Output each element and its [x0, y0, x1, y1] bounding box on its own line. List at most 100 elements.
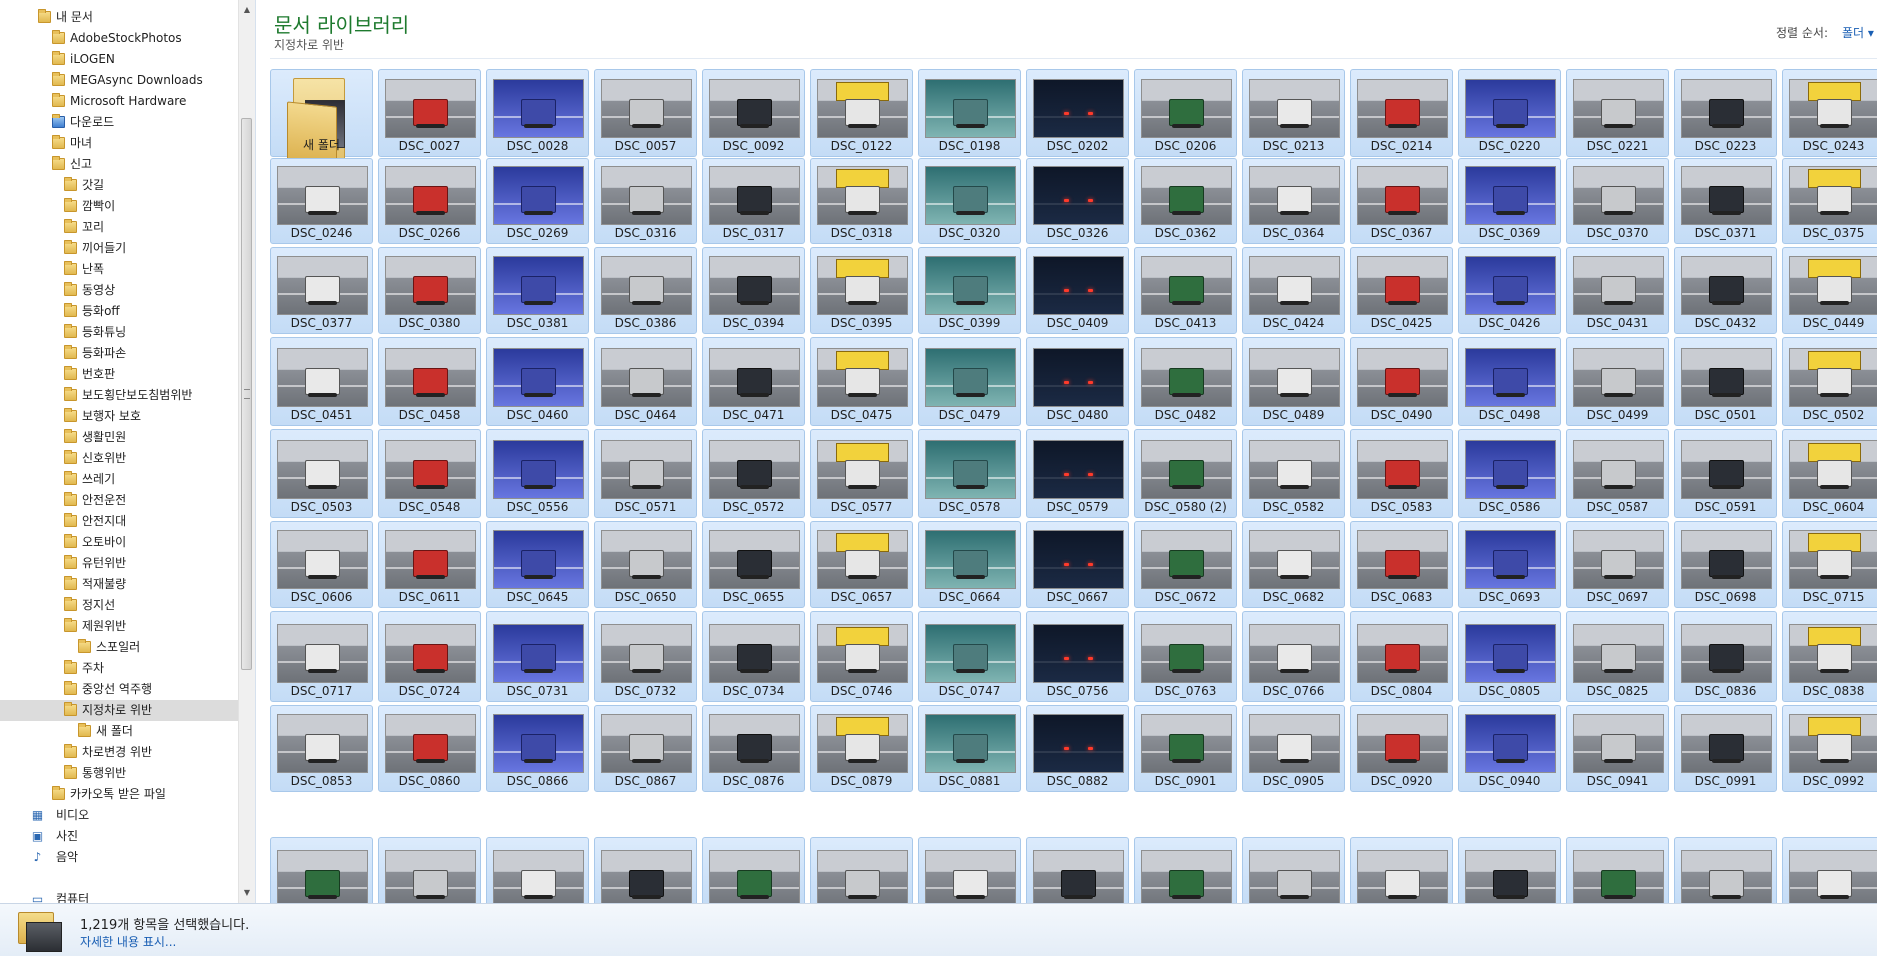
- file-item[interactable]: [702, 837, 805, 903]
- file-item[interactable]: DSC_0475: [810, 337, 913, 426]
- file-item[interactable]: DSC_0853: [270, 705, 373, 792]
- file-item[interactable]: [918, 837, 1021, 903]
- nav-item[interactable]: 새 폴더: [0, 721, 238, 742]
- file-item[interactable]: DSC_0395: [810, 247, 913, 334]
- file-item[interactable]: [1242, 837, 1345, 903]
- nav-item[interactable]: ▣ 사진: [0, 826, 238, 847]
- nav-item[interactable]: 제원위반: [0, 616, 238, 637]
- nav-item[interactable]: MEGAsync Downloads: [0, 70, 238, 91]
- nav-item[interactable]: 주차: [0, 658, 238, 679]
- file-item[interactable]: DSC_0432: [1674, 247, 1777, 334]
- nav-item[interactable]: 지정차로 위반: [0, 700, 238, 721]
- file-item[interactable]: [1674, 837, 1777, 903]
- file-item[interactable]: DSC_0879: [810, 705, 913, 792]
- file-item[interactable]: DSC_0364: [1242, 158, 1345, 244]
- file-item[interactable]: DSC_0394: [702, 247, 805, 334]
- file-item[interactable]: DSC_0320: [918, 158, 1021, 244]
- file-item[interactable]: DSC_0905: [1242, 705, 1345, 792]
- file-item[interactable]: DSC_0667: [1026, 521, 1129, 608]
- file-item[interactable]: DSC_0501: [1674, 337, 1777, 426]
- file-item[interactable]: DSC_0370: [1566, 158, 1669, 244]
- file-item[interactable]: DSC_0732: [594, 611, 697, 702]
- nav-item[interactable]: AdobeStockPhotos: [0, 28, 238, 49]
- file-item[interactable]: DSC_0479: [918, 337, 1021, 426]
- nav-item[interactable]: 카카오톡 받은 파일: [0, 784, 238, 805]
- nav-item[interactable]: ▦ 비디오: [0, 805, 238, 826]
- file-item[interactable]: DSC_0318: [810, 158, 913, 244]
- file-item[interactable]: DSC_0482: [1134, 337, 1237, 426]
- show-details-link[interactable]: 자세한 내용 표시...: [80, 933, 176, 950]
- nav-item[interactable]: 신호위반: [0, 448, 238, 469]
- nav-item[interactable]: 등화파손: [0, 343, 238, 364]
- file-item[interactable]: DSC_0804: [1350, 611, 1453, 702]
- nav-item[interactable]: 통행위반: [0, 763, 238, 784]
- nav-item[interactable]: 내 문서: [0, 7, 238, 28]
- file-item[interactable]: DSC_0548: [378, 429, 481, 518]
- file-item[interactable]: DSC_0556: [486, 429, 589, 518]
- file-item[interactable]: [1026, 837, 1129, 903]
- nav-item[interactable]: 꼬리: [0, 217, 238, 238]
- file-item[interactable]: DSC_0991: [1674, 705, 1777, 792]
- file-item[interactable]: DSC_0122: [810, 69, 913, 157]
- file-item[interactable]: DSC_0425: [1350, 247, 1453, 334]
- nav-item[interactable]: ♪ 음악: [0, 847, 238, 868]
- nav-item[interactable]: 보행자 보호: [0, 406, 238, 427]
- file-item[interactable]: DSC_0682: [1242, 521, 1345, 608]
- file-item[interactable]: [1350, 837, 1453, 903]
- file-item[interactable]: [378, 837, 481, 903]
- file-item[interactable]: [270, 837, 373, 903]
- file-item[interactable]: DSC_0664: [918, 521, 1021, 608]
- file-item[interactable]: DSC_0220: [1458, 69, 1561, 157]
- file-item[interactable]: [1458, 837, 1561, 903]
- file-item[interactable]: DSC_0380: [378, 247, 481, 334]
- nav-item[interactable]: 차로변경 위반: [0, 742, 238, 763]
- nav-item[interactable]: 안전운전: [0, 490, 238, 511]
- nav-item[interactable]: 깜빡이: [0, 196, 238, 217]
- file-item[interactable]: DSC_0409: [1026, 247, 1129, 334]
- file-item[interactable]: DSC_0269: [486, 158, 589, 244]
- nav-item[interactable]: ▭ 컴퓨터: [0, 889, 238, 903]
- nav-item[interactable]: Microsoft Hardware: [0, 91, 238, 112]
- nav-item[interactable]: iLOGEN: [0, 49, 238, 70]
- file-item[interactable]: DSC_0580 (2): [1134, 429, 1237, 518]
- file-item[interactable]: DSC_0901: [1134, 705, 1237, 792]
- file-item[interactable]: DSC_0221: [1566, 69, 1669, 157]
- file-item[interactable]: DSC_0715: [1782, 521, 1877, 608]
- file-item[interactable]: DSC_0471: [702, 337, 805, 426]
- file-item[interactable]: DSC_0424: [1242, 247, 1345, 334]
- nav-item[interactable]: 등화off: [0, 301, 238, 322]
- file-item[interactable]: DSC_0825: [1566, 611, 1669, 702]
- nav-item[interactable]: 끼어들기: [0, 238, 238, 259]
- nav-item[interactable]: 신고: [0, 154, 238, 175]
- file-item[interactable]: DSC_0683: [1350, 521, 1453, 608]
- file-item[interactable]: DSC_0206: [1134, 69, 1237, 157]
- file-item[interactable]: DSC_0371: [1674, 158, 1777, 244]
- file-item[interactable]: DSC_0766: [1242, 611, 1345, 702]
- file-item[interactable]: DSC_0586: [1458, 429, 1561, 518]
- file-item[interactable]: DSC_0480: [1026, 337, 1129, 426]
- file-item[interactable]: DSC_0579: [1026, 429, 1129, 518]
- file-item[interactable]: DSC_0369: [1458, 158, 1561, 244]
- file-item[interactable]: DSC_0697: [1566, 521, 1669, 608]
- nav-item[interactable]: 오토바이: [0, 532, 238, 553]
- nav-item[interactable]: 스포일러: [0, 637, 238, 658]
- file-item[interactable]: DSC_0650: [594, 521, 697, 608]
- folder-item[interactable]: 새 폴더: [270, 69, 373, 167]
- file-item[interactable]: [1566, 837, 1669, 903]
- file-item[interactable]: [1782, 837, 1877, 903]
- file-item[interactable]: DSC_0451: [270, 337, 373, 426]
- file-item[interactable]: DSC_0243: [1782, 69, 1877, 157]
- file-item[interactable]: DSC_0027: [378, 69, 481, 157]
- file-item[interactable]: DSC_0724: [378, 611, 481, 702]
- nav-scrollbar[interactable]: ▲ ▼: [238, 0, 255, 903]
- file-item[interactable]: DSC_0606: [270, 521, 373, 608]
- file-item[interactable]: DSC_0426: [1458, 247, 1561, 334]
- file-item[interactable]: DSC_0876: [702, 705, 805, 792]
- file-item[interactable]: DSC_0498: [1458, 337, 1561, 426]
- file-item[interactable]: DSC_0583: [1350, 429, 1453, 518]
- file-item[interactable]: DSC_0386: [594, 247, 697, 334]
- nav-item[interactable]: 난폭: [0, 259, 238, 280]
- file-item[interactable]: [486, 837, 589, 903]
- file-item[interactable]: DSC_0317: [702, 158, 805, 244]
- file-item[interactable]: DSC_0377: [270, 247, 373, 334]
